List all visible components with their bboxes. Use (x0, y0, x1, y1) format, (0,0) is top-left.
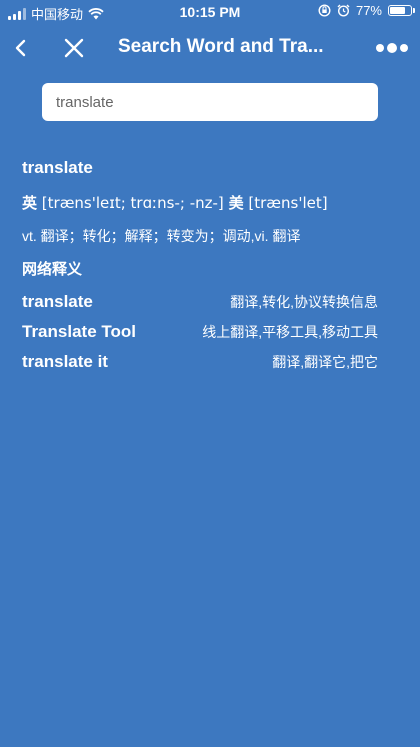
phonetic-us: [træns'let] (248, 194, 328, 212)
web-definition-meaning: 翻译,转化,协议转换信息 (230, 294, 378, 310)
battery-fill (390, 7, 405, 14)
phonetic-uk-tag: 英 (22, 194, 38, 212)
more-icon-dot (376, 44, 384, 52)
alarm-icon (337, 4, 350, 17)
status-bar: 中国移动 10:15 PM 77% (0, 0, 420, 24)
web-definition-term: Translate Tool (22, 322, 136, 341)
page-title: Search Word and Tra... (118, 36, 324, 57)
nav-bar: Search Word and Tra... (0, 24, 420, 72)
web-definition-meaning: 线上翻译,平移工具,移动工具 (202, 324, 378, 340)
web-definitions-title: 网络释义 (22, 261, 83, 278)
phonetic-us-tag: 美 (228, 194, 244, 212)
web-definition-term: translate (22, 292, 93, 311)
more-icon-dot (400, 44, 408, 52)
basic-definition: vt. 翻译；转化；解释；转变为；调动,vi. 翻译 (22, 228, 301, 244)
result-word: translate (22, 158, 93, 177)
close-button[interactable] (60, 34, 88, 62)
lock-rotation-icon (318, 4, 331, 17)
more-icon-dot (387, 43, 397, 53)
list-item: translate 翻译,转化,协议转换信息 (22, 292, 378, 322)
battery-percent: 77% (355, 3, 382, 18)
back-icon (15, 39, 26, 57)
search-input[interactable] (54, 92, 366, 112)
result-panel: translate 英 [træns'leɪt; trɑːns-; -nz-] … (22, 158, 378, 382)
web-definition-meaning: 翻译,翻译它,把它 (272, 354, 378, 370)
search-box[interactable] (42, 83, 378, 121)
status-right: 77% (318, 3, 415, 18)
list-item: Translate Tool 线上翻译,平移工具,移动工具 (22, 322, 378, 352)
battery-icon (388, 5, 415, 16)
back-button[interactable] (8, 34, 36, 62)
phonetic-uk: [træns'leɪt; trɑːns-; -nz-] (41, 194, 224, 212)
phonetic-line: 英 [træns'leɪt; trɑːns-; -nz-] 美 [træns'l… (22, 192, 378, 214)
web-definition-term: translate it (22, 352, 108, 371)
more-button[interactable] (376, 38, 408, 58)
web-definitions-list: translate 翻译,转化,协议转换信息 Translate Tool 线上… (22, 292, 378, 382)
list-item: translate it 翻译,翻译它,把它 (22, 352, 378, 382)
close-icon (64, 38, 84, 58)
